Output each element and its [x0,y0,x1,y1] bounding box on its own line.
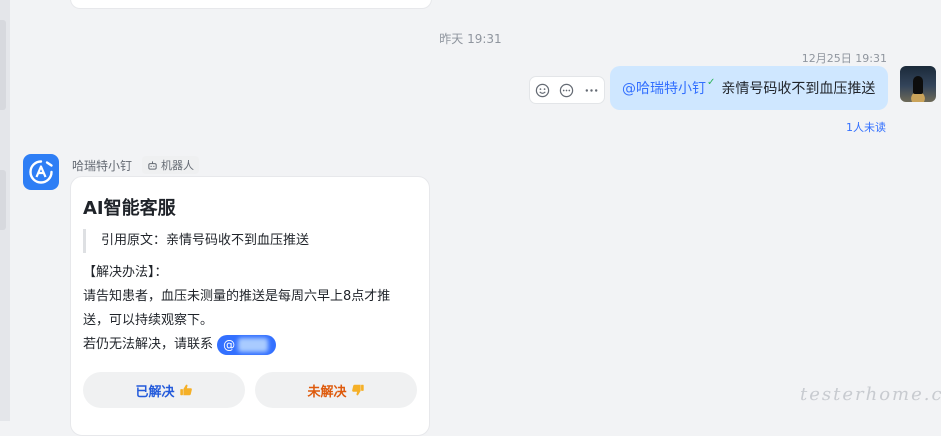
check-icon: ✓ [707,76,716,88]
solution-line-2: 送，可以持续观察下。 [83,313,214,328]
avatar-figure [913,76,923,94]
solution-line-3: 若仍无法解决，请联系 [83,337,214,352]
solution-text: 【解决办法】： 请告知患者，血压未测量的推送是每周六早上8点才推 送，可以持续观… [83,261,423,357]
message-text: 亲情号码收不到血压推送 [721,81,876,97]
bot-name[interactable]: 哈瑞特小钉 [72,157,132,174]
previous-message-card [70,0,432,9]
unsolved-label: 未解决 [307,384,347,400]
card-title: AI智能客服 [83,198,176,219]
solved-button[interactable]: 已解决 [83,372,245,408]
bot-tag: 机器人 [142,156,200,174]
solution-line-1: 请告知患者，血压未测量的推送是每周六早上8点才推 [83,289,391,304]
watermark: testerhome.com [800,384,941,405]
reply-icon[interactable] [558,81,576,99]
contact-mention-chip[interactable]: @ [217,334,277,355]
message-time: 12月25日 19:31 [801,52,887,65]
bot-tag-label: 机器人 [161,159,195,172]
user-avatar[interactable] [900,66,936,102]
timestamp-separator: 昨天 19:31 [439,32,502,46]
robot-icon [148,160,157,170]
message-actions [529,76,605,104]
sender-row: 哈瑞特小钉 机器人 [72,156,200,174]
reaction-icon[interactable] [533,81,551,99]
at-symbol: @ [223,337,236,352]
solution-line-3-row: 若仍无法解决，请联系 @ [83,333,423,357]
unsolved-button[interactable]: 未解决 [255,372,417,408]
bot-logo-icon [29,160,53,184]
rail-segment [0,170,6,230]
more-icon[interactable] [583,81,601,99]
quote-block: 引用原文：亲情号码收不到血压推送 [83,229,309,253]
read-status[interactable]: 1人未读 [846,119,886,135]
solved-label: 已解决 [135,384,175,400]
section-heading: 【解决办法】： [83,265,168,280]
redacted-name [238,337,269,352]
ai-service-card: AI智能客服 引用原文：亲情号码收不到血压推送 【解决办法】： 请告知患者，血压… [70,176,430,436]
thumbs-down-icon [351,384,364,396]
thumbs-up-icon [179,384,192,396]
outgoing-message-bubble[interactable]: @哈瑞特小钉 ✓ 亲情号码收不到血压推送 [610,66,888,110]
left-rail [0,0,10,421]
mention-link[interactable]: @哈瑞特小钉 [622,78,706,98]
bot-avatar[interactable] [23,154,59,190]
